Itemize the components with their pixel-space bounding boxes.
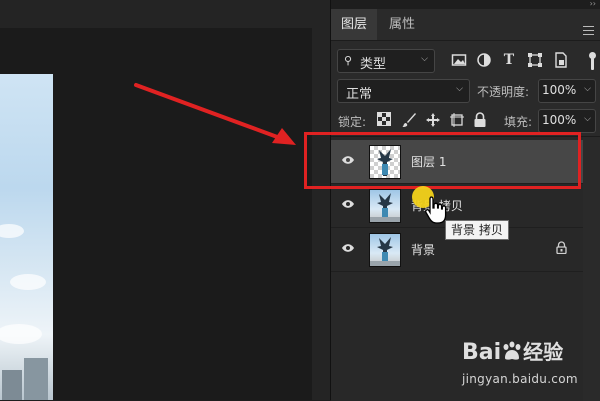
opacity-value: 100%	[542, 83, 577, 97]
layer-thumbnail	[369, 233, 401, 267]
chevron-down-icon: ⌵	[456, 84, 463, 94]
fill-label: 填充:	[504, 115, 533, 129]
opacity-field[interactable]: 100% ⌵	[538, 79, 596, 103]
lock-paint-icon[interactable]	[401, 112, 417, 128]
text-filter-icon[interactable]: T	[501, 52, 517, 68]
watermark-brand-cn: 经验	[523, 340, 564, 364]
tooltip: 背景 拷贝	[445, 220, 509, 240]
layer-thumbnail	[369, 189, 401, 223]
image-filter-icon[interactable]	[451, 52, 467, 68]
chevron-down-icon[interactable]: ⌵	[584, 114, 591, 124]
adjustment-filter-icon[interactable]	[476, 52, 492, 68]
filter-type-label: 类型	[360, 57, 387, 72]
lock-artboard-icon[interactable]	[449, 112, 465, 128]
panel-menu-icon[interactable]	[583, 26, 594, 38]
paw-icon	[503, 341, 521, 360]
fill-value: 100%	[542, 113, 577, 127]
eye-icon[interactable]	[341, 199, 355, 209]
search-icon: ⚲	[344, 54, 353, 67]
baidu-jingyan-logo: Bai 经验	[462, 336, 563, 365]
lock-row: 锁定: 填充: 100% ⌵	[331, 109, 600, 133]
tab-layers[interactable]: 图层	[331, 9, 378, 40]
eye-icon[interactable]	[341, 243, 355, 253]
canvas-area	[0, 0, 330, 400]
blend-mode-select[interactable]: 正常 ⌵	[337, 79, 470, 103]
annotation-highlight-box	[304, 132, 581, 189]
chevron-down-icon[interactable]: ⌵	[584, 84, 591, 94]
chevron-down-icon: ⌵	[421, 54, 428, 64]
lock-transparent-icon[interactable]	[376, 112, 392, 128]
panel-tabs: 图层 属性	[331, 9, 600, 41]
filter-type-select[interactable]: ⚲ 类型 ⌵	[337, 49, 435, 73]
tab-properties[interactable]: 属性	[379, 9, 425, 40]
watermark-url: jingyan.baidu.com	[462, 372, 578, 386]
document-window[interactable]	[0, 28, 312, 400]
blend-row: 正常 ⌵ 不透明度: 100% ⌵	[331, 79, 600, 103]
watermark: Bai 经验 jingyan.baidu.com	[462, 336, 598, 396]
watermark-brand: Bai	[462, 340, 502, 365]
lock-move-icon[interactable]	[425, 112, 441, 128]
opacity-label: 不透明度:	[477, 85, 530, 99]
lock-label: 锁定:	[338, 115, 367, 129]
shape-filter-icon[interactable]	[527, 52, 543, 68]
fill-field[interactable]: 100% ⌵	[538, 109, 596, 133]
filter-row: ⚲ 类型 ⌵ T	[331, 46, 600, 74]
blend-mode-value: 正常	[346, 87, 373, 102]
layer-lock-icon[interactable]	[556, 241, 567, 257]
filter-toggle[interactable]	[589, 52, 596, 70]
canvas-image	[0, 74, 53, 400]
smart-object-filter-icon[interactable]	[553, 52, 569, 68]
panel-top-strip: ››	[331, 0, 600, 9]
lock-all-icon[interactable]	[472, 112, 488, 128]
collapse-icon[interactable]: ››	[590, 0, 596, 8]
layer-name[interactable]: 背景	[411, 241, 435, 258]
